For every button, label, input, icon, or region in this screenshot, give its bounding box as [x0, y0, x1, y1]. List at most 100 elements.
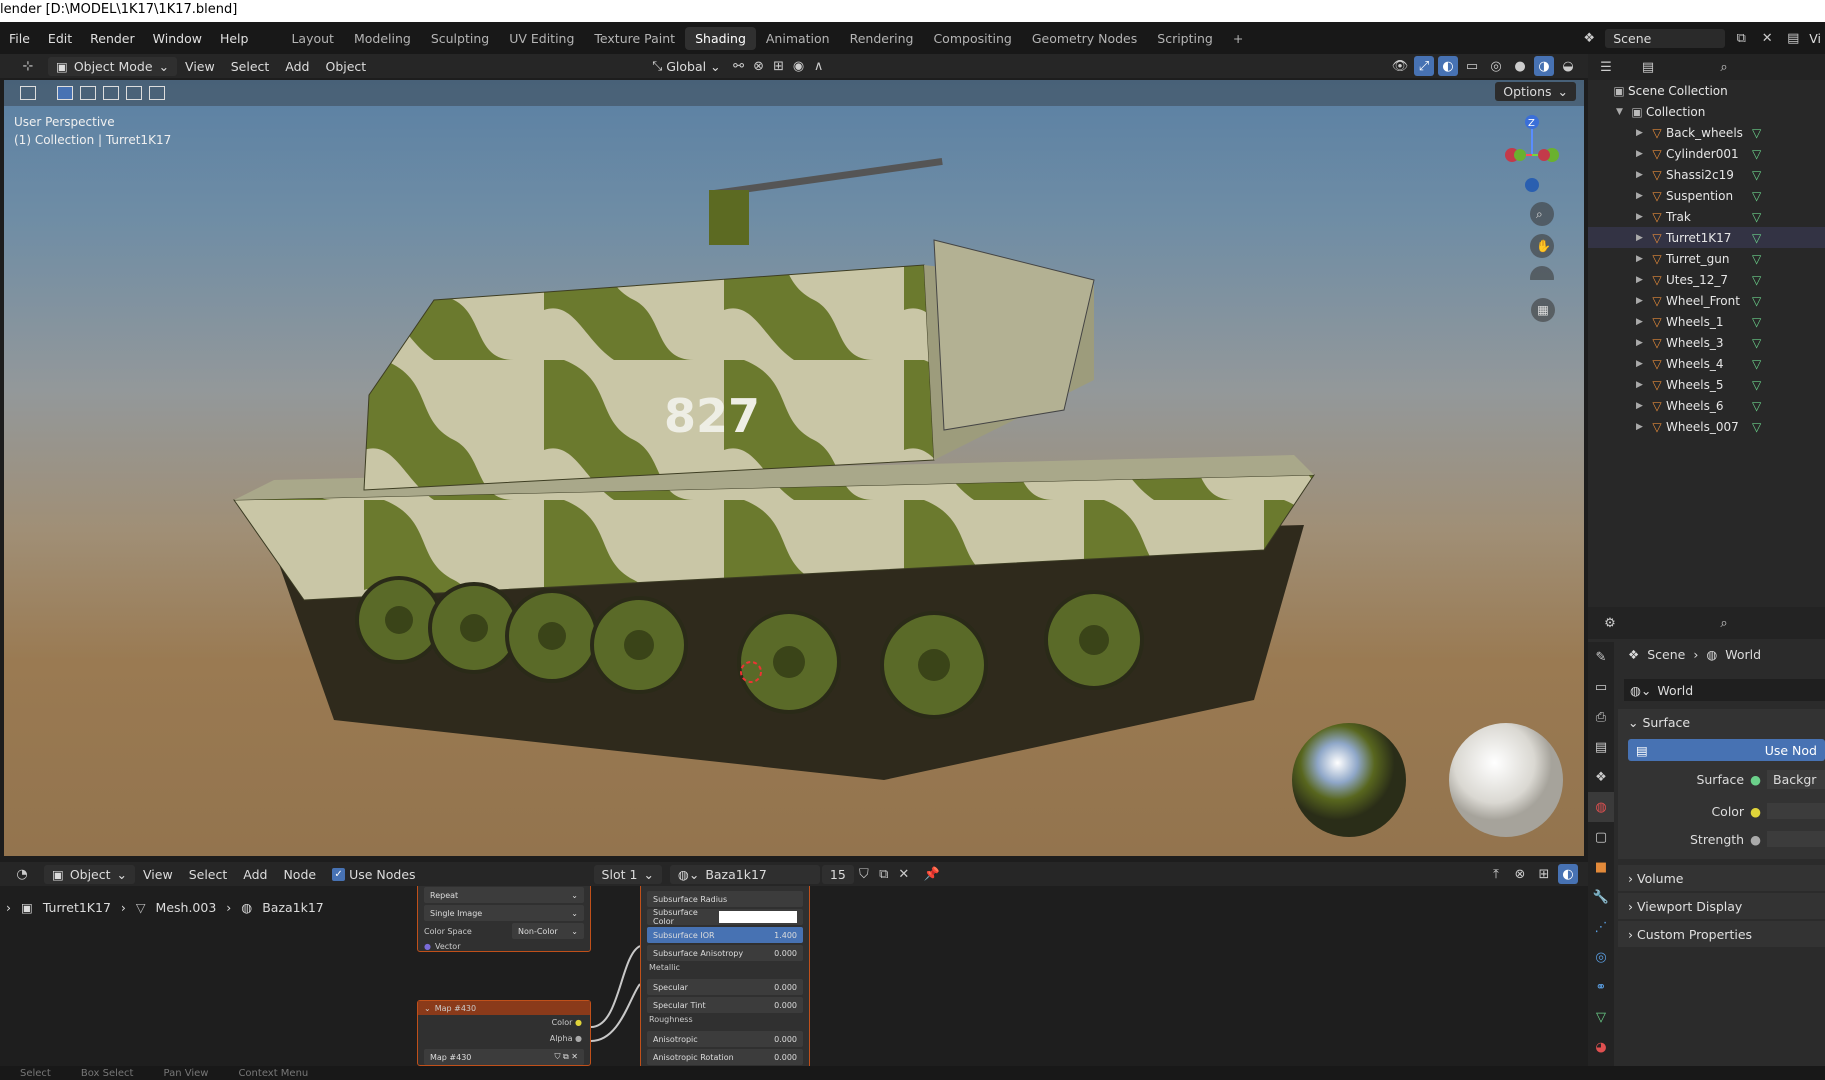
tab-animation[interactable]: Animation — [756, 27, 840, 50]
data-tab-icon[interactable]: ▽ — [1588, 1002, 1614, 1032]
surface-value[interactable]: Backgr — [1767, 769, 1825, 789]
tab-geometry-nodes[interactable]: Geometry Nodes — [1022, 27, 1147, 50]
bsdf-input-row[interactable]: Specular Tint 0.000 — [647, 997, 803, 1013]
expand-icon[interactable]: ▶ — [1636, 338, 1648, 348]
bsdf-input-row[interactable]: Specular 0.000 — [647, 979, 803, 995]
object-tab-icon[interactable]: ■ — [1588, 852, 1614, 882]
mesh-data-icon[interactable]: ▽ — [1752, 210, 1761, 224]
duplicate-material-icon[interactable]: ⧉ — [874, 864, 894, 884]
scene-selector-icon[interactable]: ❖ — [1579, 28, 1599, 48]
search-icon[interactable]: ⌕ — [1714, 57, 1734, 77]
node-snap-icon[interactable]: ⊗ — [1510, 864, 1530, 884]
node-editor-type-icon[interactable]: ◔ — [12, 864, 32, 884]
outliner-object-row[interactable]: ▶ ▽ Utes_12_7 ▽ — [1588, 269, 1825, 290]
snap-icon[interactable]: ⊗ — [749, 56, 769, 76]
bsdf-input-row[interactable]: Anisotropic Rotation 0.000 — [647, 1049, 803, 1065]
outliner-object-row[interactable]: ▶ ▽ Wheel_Front ▽ — [1588, 290, 1825, 311]
scene-collection-row[interactable]: ▣ Scene Collection — [1588, 80, 1825, 101]
tab-modeling[interactable]: Modeling — [344, 27, 421, 50]
mesh-data-icon[interactable]: ▽ — [1752, 336, 1761, 350]
expand-icon[interactable]: ▶ — [1636, 422, 1648, 432]
mesh-data-icon[interactable]: ▽ — [1752, 273, 1761, 287]
tab-sculpting[interactable]: Sculpting — [421, 27, 499, 50]
mesh-data-icon[interactable]: ▽ — [1752, 168, 1761, 182]
mesh-data-icon[interactable]: ▽ — [1752, 252, 1761, 266]
expand-icon[interactable]: ▶ — [1636, 191, 1648, 201]
properties-search-icon[interactable]: ⌕ — [1714, 613, 1734, 633]
node-view-menu[interactable]: View — [135, 865, 181, 884]
orientation-dropdown[interactable]: ⤡ Global ⌄ — [644, 56, 728, 76]
particles-tab-icon[interactable]: ⋰ — [1588, 912, 1614, 942]
bsdf-input-row[interactable]: Subsurface IOR 1.400 — [647, 927, 803, 943]
output-tab-icon[interactable]: ⎙ — [1588, 702, 1614, 732]
falloff-icon[interactable]: ∧ — [809, 56, 829, 76]
constraints-tab-icon[interactable]: ⚭ — [1588, 972, 1614, 1002]
node-add-menu[interactable]: Add — [235, 865, 275, 884]
expand-icon[interactable]: ▶ — [1636, 233, 1648, 243]
node-snap-target-icon[interactable]: ⊞ — [1534, 864, 1554, 884]
outliner-object-row[interactable]: ▶ ▽ Wheels_3 ▽ — [1588, 332, 1825, 353]
collapse-icon[interactable]: ▼ — [1616, 107, 1628, 117]
color-swatch[interactable] — [1767, 803, 1825, 819]
tab-layout[interactable]: Layout — [281, 27, 344, 50]
outliner-object-row[interactable]: ▶ ▽ Wheels_6 ▽ — [1588, 395, 1825, 416]
material-browse-icon[interactable]: ◍⌄ — [678, 867, 699, 882]
expand-icon[interactable]: ▶ — [1636, 128, 1648, 138]
properties-type-icon[interactable]: ⚙ — [1600, 613, 1620, 633]
select-menu[interactable]: Select — [223, 57, 278, 76]
bsdf-input-row[interactable]: Anisotropic 0.000 — [647, 1031, 803, 1047]
collection-tab-icon[interactable]: ▢ — [1588, 822, 1614, 852]
pin-icon[interactable]: 📌 — [922, 864, 942, 884]
3d-viewport[interactable]: Options ⌄ User Perspective (1) Collection… — [4, 80, 1584, 856]
expand-icon[interactable]: ▶ — [1636, 170, 1648, 180]
solid-shading-icon[interactable]: ● — [1510, 56, 1530, 76]
outliner-object-row[interactable]: ▶ ▽ Turret_gun ▽ — [1588, 248, 1825, 269]
custom-properties-section-header[interactable]: › Custom Properties — [1618, 921, 1825, 947]
menu-window[interactable]: Window — [144, 31, 211, 46]
tab-rendering[interactable]: Rendering — [840, 27, 924, 50]
xray-icon[interactable]: ▭ — [1462, 56, 1482, 76]
menu-render[interactable]: Render — [81, 31, 144, 46]
add-menu[interactable]: Add — [277, 57, 317, 76]
scene-tab-icon[interactable]: ❖ — [1588, 762, 1614, 792]
fake-user-shield-icon[interactable]: ⛉ — [854, 864, 874, 884]
outliner-object-row[interactable]: ▶ ▽ Shassi2c19 ▽ — [1588, 164, 1825, 185]
expand-icon[interactable]: ▶ — [1636, 317, 1648, 327]
physics-tab-icon[interactable]: ◎ — [1588, 942, 1614, 972]
view-layer-stub[interactable]: Vi — [1809, 31, 1821, 46]
view-menu[interactable]: View — [177, 57, 223, 76]
modifier-tab-icon[interactable]: 🔧 — [1588, 882, 1614, 912]
expand-icon[interactable]: ▶ — [1636, 149, 1648, 159]
outliner-object-row[interactable]: ▶ ▽ Turret1K17 ▽ — [1588, 227, 1825, 248]
mesh-data-icon[interactable]: ▽ — [1752, 147, 1761, 161]
view-layer-icon[interactable]: ▤ — [1783, 28, 1803, 48]
outliner-type-icon[interactable]: ☰ — [1596, 57, 1616, 77]
mesh-data-icon[interactable]: ▽ — [1752, 189, 1761, 203]
strength-field[interactable] — [1767, 831, 1825, 847]
material-users-count[interactable]: 15 — [821, 864, 854, 884]
outliner-object-row[interactable]: ▶ ▽ Wheels_1 ▽ — [1588, 311, 1825, 332]
mesh-data-icon[interactable]: ▽ — [1752, 231, 1761, 245]
mesh-data-icon[interactable]: ▽ — [1752, 399, 1761, 413]
delete-scene-icon[interactable]: ✕ — [1757, 28, 1777, 48]
menu-edit[interactable]: Edit — [39, 31, 81, 46]
new-scene-icon[interactable]: ⧉ — [1731, 28, 1751, 48]
mesh-data-icon[interactable]: ▽ — [1752, 378, 1761, 392]
mesh-data-icon[interactable]: ▽ — [1752, 126, 1761, 140]
use-nodes-button[interactable]: ▤ Use Nod — [1628, 739, 1825, 761]
node-overlay-icon[interactable]: ◐ — [1558, 864, 1578, 884]
outliner-object-row[interactable]: ▶ ▽ Cylinder001 ▽ — [1588, 143, 1825, 164]
view-layer-tab-icon[interactable]: ▤ — [1588, 732, 1614, 762]
mesh-data-icon[interactable]: ▽ — [1752, 420, 1761, 434]
principled-bsdf-node[interactable]: Subsurface Radius Subsurface Color Subsurf… — [640, 886, 810, 1066]
outliner-object-row[interactable]: ▶ ▽ Wheels_4 ▽ — [1588, 353, 1825, 374]
menu-file[interactable]: File — [0, 31, 39, 46]
world-selector[interactable]: ◍⌄ World — [1624, 679, 1825, 701]
expand-icon[interactable]: ▶ — [1636, 212, 1648, 222]
menu-help[interactable]: Help — [211, 31, 258, 46]
collection-row[interactable]: ▼ ▣ Collection — [1588, 101, 1825, 122]
snap-target-icon[interactable]: ⊞ — [769, 56, 789, 76]
expand-icon[interactable]: ▶ — [1636, 275, 1648, 285]
tab-compositing[interactable]: Compositing — [923, 27, 1021, 50]
expand-icon[interactable]: ▶ — [1636, 359, 1648, 369]
